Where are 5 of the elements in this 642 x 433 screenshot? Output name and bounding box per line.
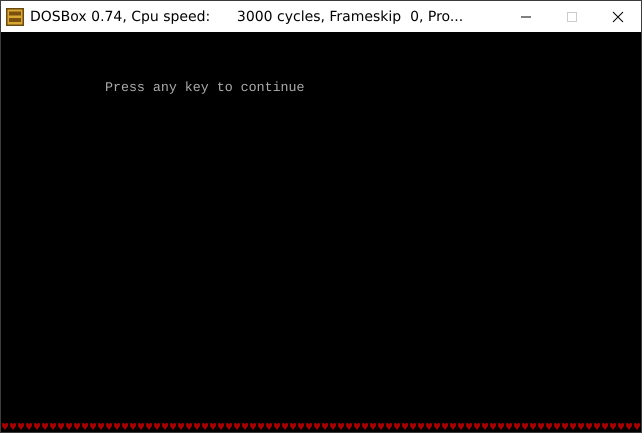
console-text: Press any key to continue bbox=[105, 80, 304, 96]
maximize-icon bbox=[566, 10, 578, 22]
app-icon bbox=[6, 8, 24, 26]
window-title: DOSBox 0.74, Cpu speed: 3000 cycles, Frameskip 0, Pro... bbox=[30, 8, 464, 24]
close-icon bbox=[612, 10, 624, 22]
